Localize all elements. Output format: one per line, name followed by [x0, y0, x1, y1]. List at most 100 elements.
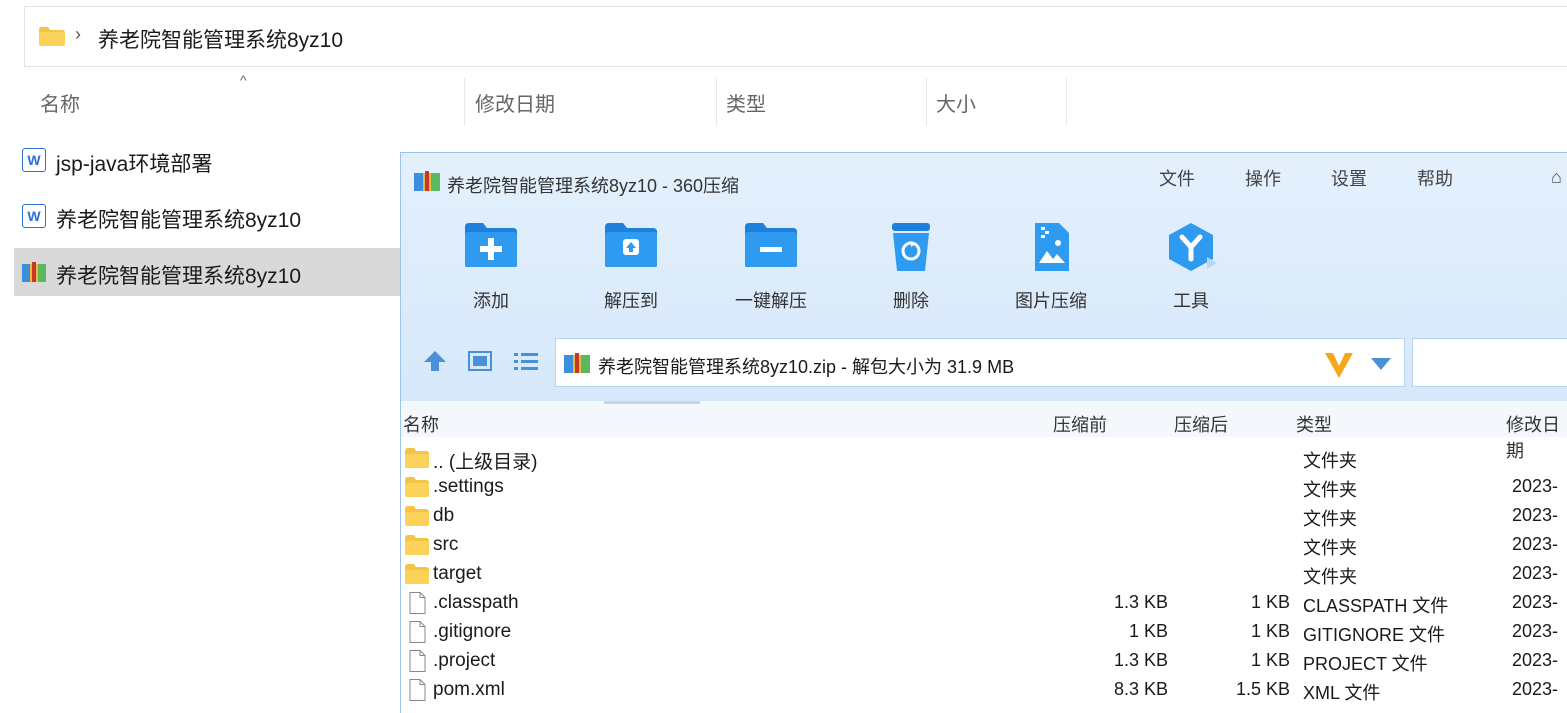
row-name: .. (上级目录) [433, 452, 538, 473]
file-name: jsp-java环境部署 [56, 153, 213, 176]
table-row[interactable]: .classpath 1.3 KB 1 KB CLASSPATH 文件 2023- [401, 588, 1567, 617]
row-date: 2023- [1512, 592, 1559, 612]
row-type: GITIGNORE 文件 [1303, 625, 1446, 645]
column-header-type[interactable]: 类型 [726, 88, 766, 117]
row-name: src [433, 534, 459, 555]
one-click-extract-icon [745, 223, 797, 267]
row-date: 2023- [1512, 621, 1559, 641]
archiver-window: 养老院智能管理系统8yz10 - 360压缩 文件 操作 设置 帮助 ⌂ 添加 … [400, 152, 1567, 713]
row-type: XML 文件 [1303, 683, 1381, 703]
table-row[interactable]: .gitignore 1 KB 1 KB GITIGNORE 文件 2023- [401, 617, 1567, 646]
row-name: target [433, 563, 482, 584]
up-arrow-icon[interactable] [423, 350, 447, 372]
table-row[interactable]: .project 1.3 KB 1 KB PROJECT 文件 2023- [401, 646, 1567, 675]
zip-archive-icon [564, 353, 590, 373]
folder-icon [405, 506, 429, 526]
shirt-skin-icon[interactable]: ⌂ [1551, 167, 1562, 188]
file-icon [409, 650, 426, 672]
v-logo-icon[interactable] [1324, 351, 1354, 379]
chevron-down-icon[interactable] [1370, 357, 1392, 371]
wps-doc-icon: W [22, 148, 46, 172]
view-list-icon[interactable] [513, 350, 539, 372]
row-size-after: 1 KB [1250, 621, 1290, 641]
list-item-selected[interactable]: 养老院智能管理系统8yz10 [14, 248, 400, 296]
one-click-extract-label: 一键解压 [735, 291, 807, 311]
add-folder-icon [465, 223, 517, 267]
folder-icon [405, 477, 429, 497]
column-header-after[interactable]: 压缩后 [1174, 411, 1228, 437]
row-type: 文件夹 [1303, 509, 1357, 529]
row-size-before: 8.3 KB [1113, 679, 1168, 699]
extract-to-button[interactable]: 解压到 [576, 221, 686, 316]
folder-icon [405, 535, 429, 555]
column-header-type[interactable]: 类型 [1296, 411, 1332, 437]
archive-path-field[interactable]: 养老院智能管理系统8yz10.zip - 解包大小为 31.9 MB [555, 338, 1405, 387]
table-row[interactable]: pom.xml 8.3 KB 1.5 KB XML 文件 2023- [401, 675, 1567, 704]
file-name: 养老院智能管理系统8yz10 [56, 209, 302, 232]
menu-help[interactable]: 帮助 [1417, 165, 1453, 191]
scroll-indicator[interactable] [604, 401, 700, 404]
list-item[interactable]: W jsp-java环境部署 [14, 136, 400, 184]
row-name: .gitignore [433, 621, 512, 642]
tools-label: 工具 [1173, 291, 1209, 311]
row-type: 文件夹 [1303, 567, 1357, 587]
row-size-after: 1 KB [1250, 650, 1290, 670]
row-type: PROJECT 文件 [1303, 654, 1428, 674]
row-date: 2023- [1512, 650, 1559, 670]
address-bar[interactable]: › 养老院智能管理系统8yz10 [24, 6, 1567, 67]
search-input[interactable] [1412, 338, 1567, 387]
table-row[interactable]: target 文件夹 2023- [401, 559, 1567, 588]
menu-settings[interactable]: 设置 [1331, 165, 1367, 191]
column-header-name[interactable]: 名称 [40, 88, 80, 117]
row-date: 2023- [1512, 505, 1559, 525]
table-row[interactable]: db 文件夹 2023- [401, 501, 1567, 530]
row-size-before: 1 KB [1128, 621, 1168, 641]
add-label: 添加 [473, 291, 509, 311]
breadcrumb[interactable]: 养老院智能管理系统8yz10 [98, 24, 343, 54]
column-header-before[interactable]: 压缩前 [1053, 411, 1107, 437]
row-date: 2023- [1512, 679, 1559, 699]
zip-archive-icon [414, 171, 440, 191]
row-size-after: 1.5 KB [1235, 679, 1290, 699]
file-icon [409, 592, 426, 614]
image-compress-button[interactable]: 图片压缩 [996, 221, 1106, 316]
menu-operation[interactable]: 操作 [1245, 165, 1281, 191]
list-item[interactable]: W 养老院智能管理系统8yz10 [14, 192, 400, 240]
table-row[interactable]: .. (上级目录) 文件夹 [401, 443, 1567, 473]
list-header [401, 401, 1567, 437]
delete-label: 删除 [893, 291, 929, 311]
row-date: 2023- [1512, 534, 1559, 554]
row-name: .classpath [433, 592, 519, 613]
column-divider[interactable] [716, 78, 717, 126]
column-header-name[interactable]: 名称 [403, 411, 439, 437]
column-header-size[interactable]: 大小 [936, 88, 976, 117]
row-name: pom.xml [433, 679, 505, 700]
column-divider[interactable] [464, 78, 465, 126]
window-title: 养老院智能管理系统8yz10 - 360压缩 [447, 176, 740, 196]
recycle-bin-icon [892, 223, 930, 271]
menu-file[interactable]: 文件 [1159, 165, 1195, 191]
row-name: db [433, 505, 455, 526]
delete-button[interactable]: 删除 [856, 221, 966, 316]
row-date: 2023- [1512, 563, 1559, 583]
row-size-before: 1.3 KB [1113, 592, 1168, 612]
tools-button[interactable]: 工具 [1136, 221, 1246, 316]
one-click-extract-button[interactable]: 一键解压 [716, 221, 826, 316]
view-thumbnail-icon[interactable] [468, 350, 492, 372]
table-row[interactable]: src 文件夹 2023- [401, 530, 1567, 559]
folder-icon [405, 564, 429, 584]
row-size-after: 1 KB [1250, 592, 1290, 612]
add-button[interactable]: 添加 [436, 221, 546, 316]
column-header-modified[interactable]: 修改日期 [475, 88, 555, 117]
extract-folder-icon [605, 223, 657, 267]
zip-archive-icon [22, 262, 46, 282]
file-name: 养老院智能管理系统8yz10 [56, 265, 302, 288]
row-name: .settings [433, 476, 504, 497]
column-divider[interactable] [1066, 78, 1067, 126]
row-date: 2023- [1512, 476, 1559, 496]
file-icon [409, 679, 426, 701]
column-divider[interactable] [926, 78, 927, 126]
row-type: CLASSPATH 文件 [1303, 596, 1449, 616]
table-row[interactable]: .settings 文件夹 2023- [401, 472, 1567, 501]
tools-hexagon-icon [1169, 223, 1217, 271]
